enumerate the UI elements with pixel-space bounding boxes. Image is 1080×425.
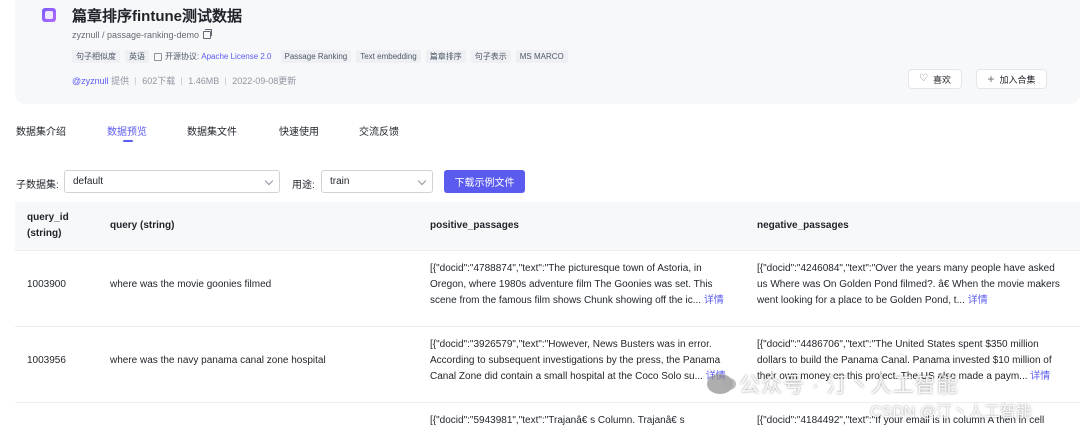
split-label: 用途: xyxy=(292,180,315,191)
positive-text: [{"docid":"4788874","text":"The pictures… xyxy=(430,263,713,306)
details-link[interactable]: 详情 xyxy=(704,295,724,306)
tab-feedback[interactable]: 交流反馈 xyxy=(359,123,399,138)
tag[interactable]: 篇章排序 xyxy=(425,50,466,63)
meta-divider xyxy=(181,76,183,85)
license-tag[interactable]: 开源协议: Apache License 2.0 xyxy=(154,50,276,63)
dataset-meta: @zyznull 提供 602下载 1.46MB 2022-09-08更新 xyxy=(72,74,296,87)
like-button[interactable]: ♡ 喜欢 xyxy=(908,69,962,89)
header-negative: negative_passages xyxy=(757,220,849,231)
wechat-icon xyxy=(707,374,736,394)
dataset-size: 1.46MB xyxy=(188,75,220,86)
subset-value: default xyxy=(73,176,104,187)
header-positive: positive_passages xyxy=(430,220,519,231)
copy-icon[interactable] xyxy=(203,29,213,39)
chevron-down-icon xyxy=(264,176,274,186)
cell-query: where was the navy panama canal zone hos… xyxy=(110,355,326,366)
add-to-collection-button[interactable]: + 加入合集 xyxy=(976,69,1047,89)
tag[interactable]: 句子相似度 xyxy=(72,50,120,63)
details-link[interactable]: 详情 xyxy=(968,295,988,306)
table-row: 1003900 where was the movie goonies film… xyxy=(15,250,1080,326)
header-query-id: query_id (string) xyxy=(27,210,69,242)
split-value: train xyxy=(330,176,350,187)
negative-text: [{"docid":"4246084","text":"Over the yea… xyxy=(757,263,1060,306)
cell-positive: [{"docid":"4788874","text":"The pictures… xyxy=(430,261,735,309)
cell-negative: [{"docid":"4246084","text":"Over the yea… xyxy=(757,261,1062,309)
tab-quickstart[interactable]: 快速使用 xyxy=(279,123,319,138)
subset-select[interactable]: default xyxy=(64,170,280,193)
provided-label: 提供 xyxy=(111,76,130,86)
tab-preview[interactable]: 数据预览 xyxy=(107,123,147,138)
dataset-logo-icon xyxy=(42,8,56,22)
tag[interactable]: 英语 xyxy=(125,50,149,63)
split-select[interactable]: train xyxy=(321,170,433,193)
table-header: query_id (string) query (string) positiv… xyxy=(15,202,1080,250)
cell-positive: [{"docid":"3926579","text":"However, New… xyxy=(430,337,735,385)
like-label: 喜欢 xyxy=(932,74,951,85)
wechat-watermark: 公众号 · 汀丶人工智能 xyxy=(707,369,959,399)
add-label: 加入合集 xyxy=(999,74,1036,85)
cell-positive: [{"docid":"5943981","text":"Trajanâ€ s C… xyxy=(430,415,685,425)
details-link[interactable]: 详情 xyxy=(1030,371,1050,382)
active-tab-indicator xyxy=(123,140,133,142)
license-value: Apache License 2.0 xyxy=(201,52,272,61)
cell-query-id: 1003900 xyxy=(27,279,66,290)
tag-list: 句子相似度 英语 开源协议: Apache License 2.0 Passag… xyxy=(72,50,568,63)
license-icon xyxy=(154,52,162,61)
update-date: 2022-09-08更新 xyxy=(232,76,297,86)
chevron-down-icon xyxy=(417,176,427,186)
header-query-id-name: query_id xyxy=(27,212,69,223)
tab-files[interactable]: 数据集文件 xyxy=(187,123,237,138)
plus-icon: + xyxy=(987,72,995,86)
tag[interactable]: Text embedding xyxy=(356,50,421,63)
positive-text: [{"docid":"3926579","text":"However, New… xyxy=(430,339,721,382)
tag[interactable]: Passage Ranking xyxy=(280,50,352,63)
header-query: query (string) xyxy=(110,220,175,231)
cell-query: where was the movie goonies filmed xyxy=(110,279,272,290)
repo-path-text: zyznull / passage-ranking-demo xyxy=(72,30,200,40)
meta-divider xyxy=(135,76,137,85)
tag[interactable]: MS MARCO xyxy=(515,50,568,63)
download-count: 602下载 xyxy=(142,76,176,86)
tag[interactable]: 句子表示 xyxy=(470,50,511,63)
heart-icon: ♡ xyxy=(919,73,928,84)
download-sample-button[interactable]: 下载示例文件 xyxy=(444,170,525,193)
wechat-watermark-text: 公众号 · 汀丶人工智能 xyxy=(739,374,959,397)
license-label: 开源协议: xyxy=(165,52,200,61)
author-link[interactable]: @zyznull xyxy=(72,76,109,86)
tab-intro[interactable]: 数据集介绍 xyxy=(16,123,66,138)
csdn-watermark: CSDN @汀丶人工智能 xyxy=(870,404,1033,421)
header-query-id-type: (string) xyxy=(27,228,62,239)
cell-query-id: 1003956 xyxy=(27,355,66,366)
dataset-title: 篇章排序fintune测试数据 xyxy=(72,8,242,25)
meta-divider xyxy=(225,76,227,85)
subset-label: 子数据集: xyxy=(16,180,59,191)
dataset-repo-path: zyznull / passage-ranking-demo xyxy=(72,29,213,40)
